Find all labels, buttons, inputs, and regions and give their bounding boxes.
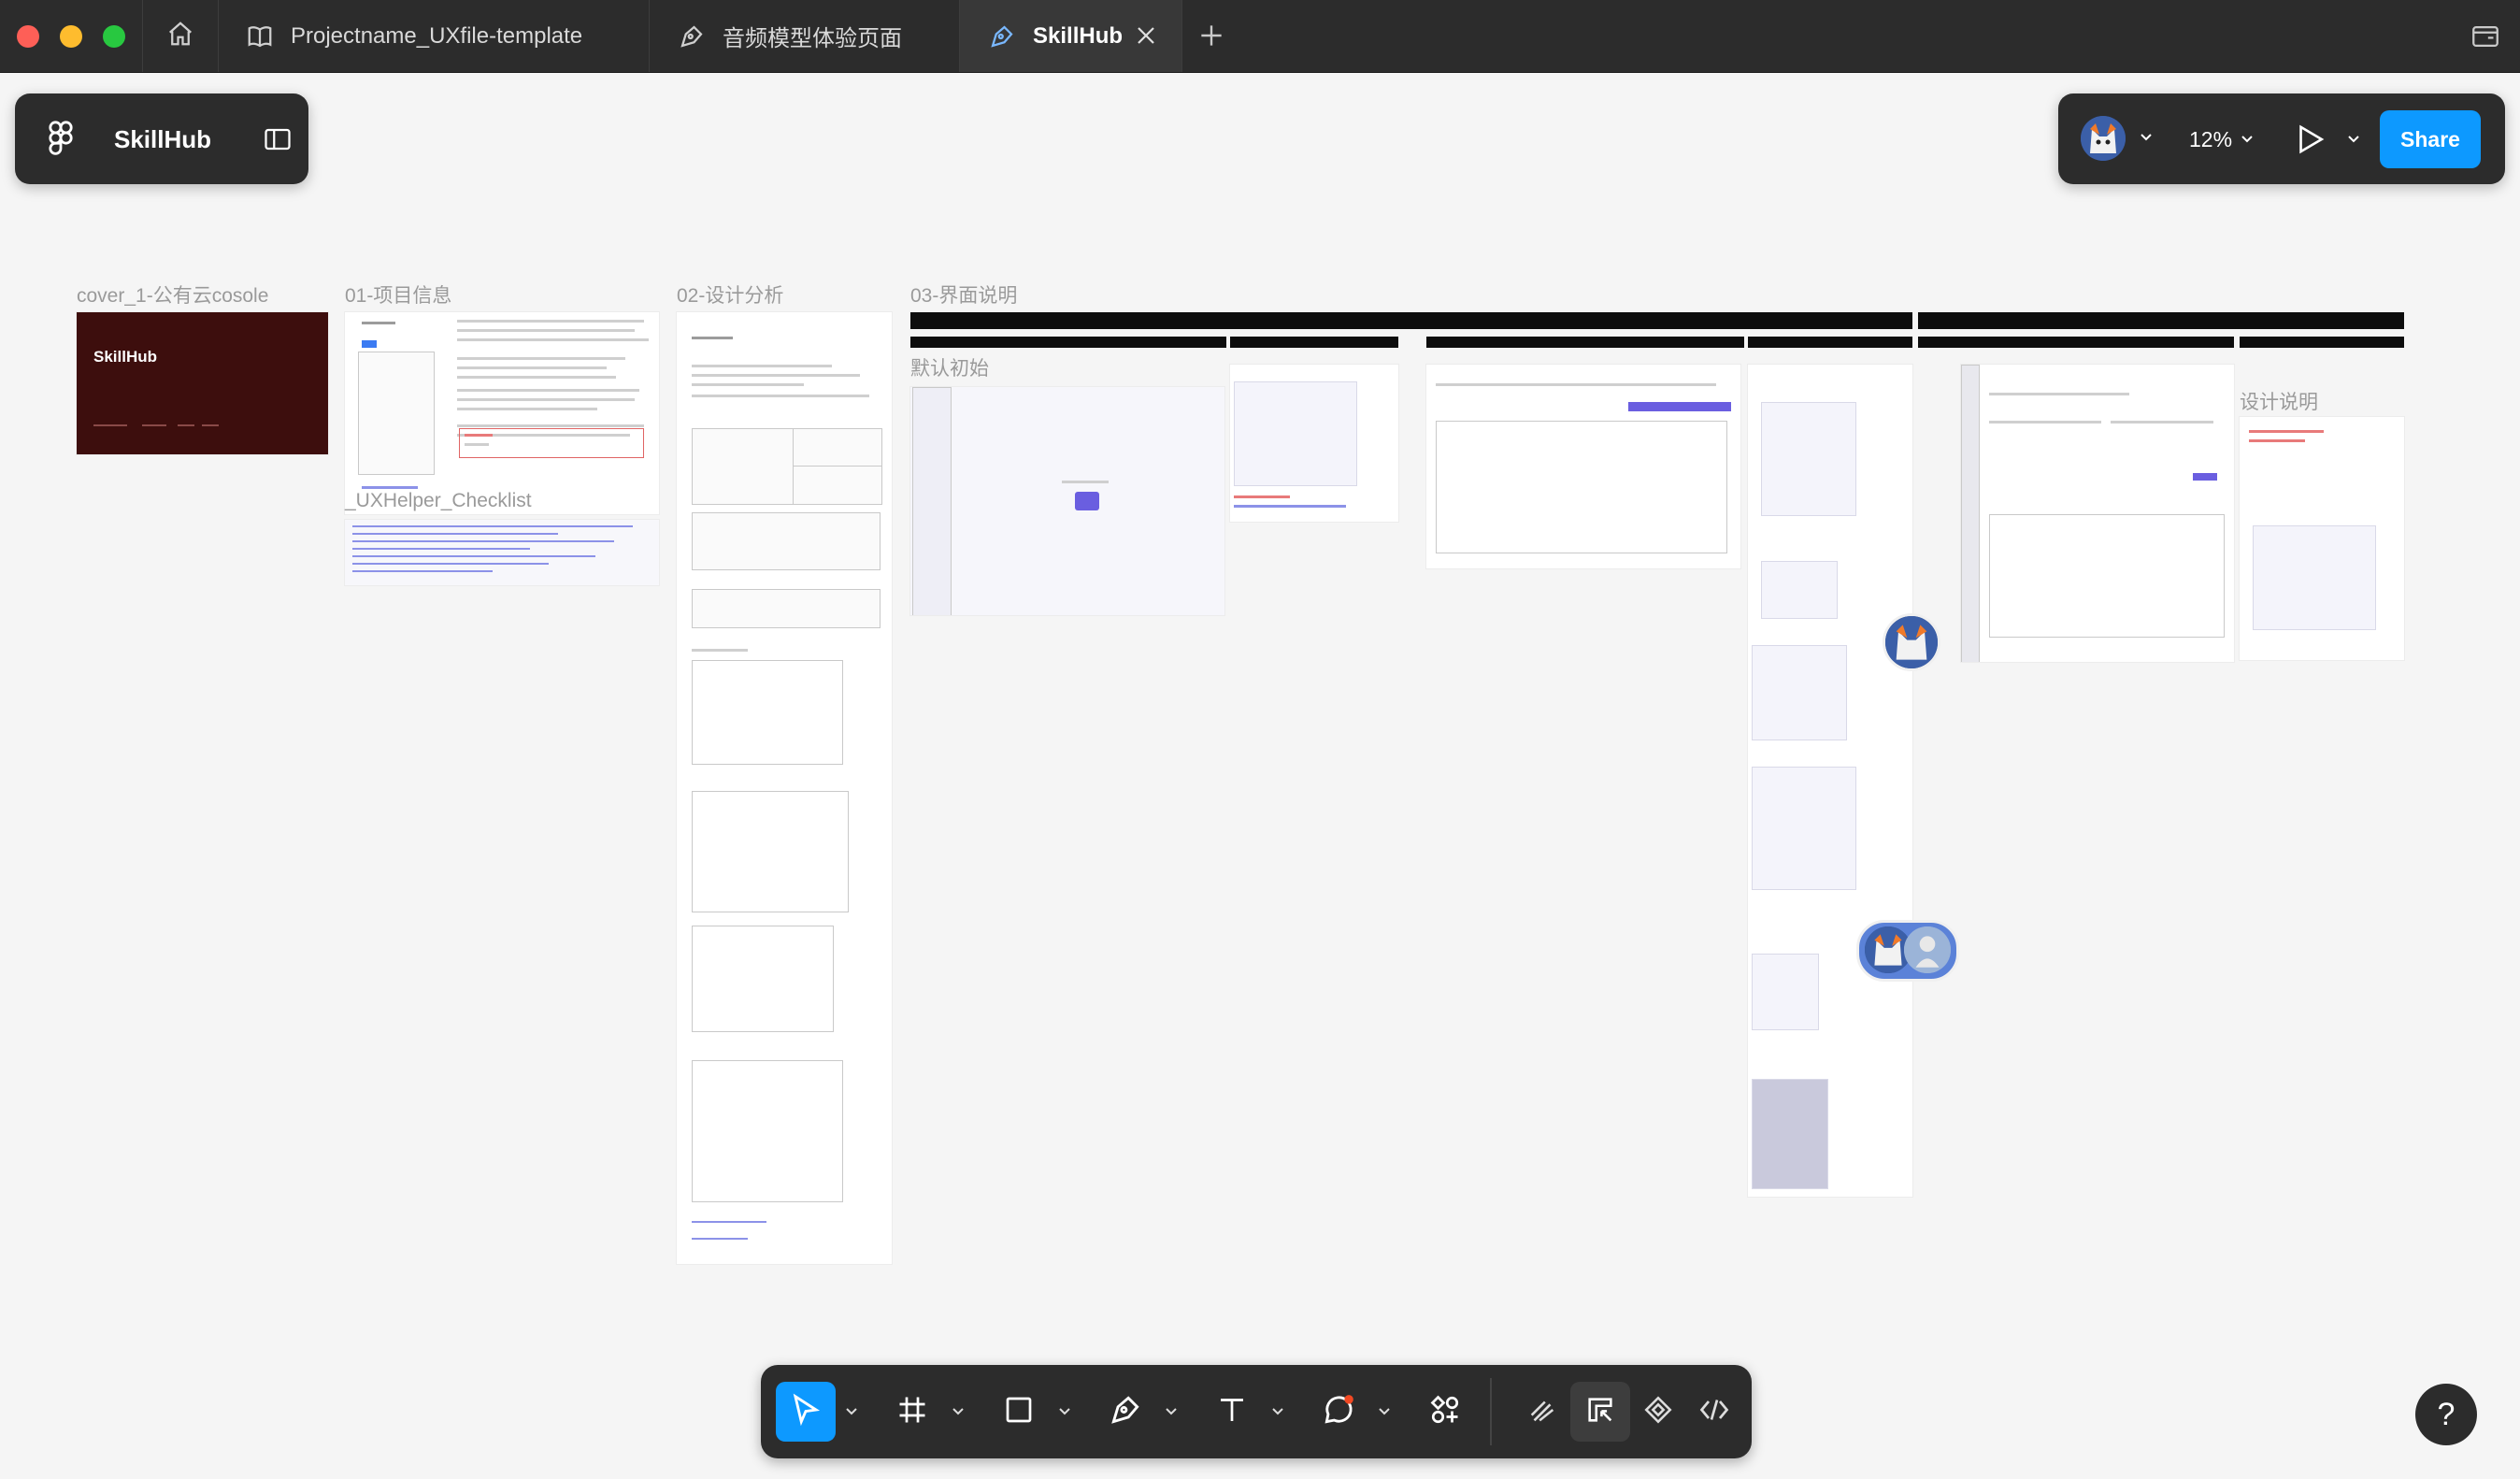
chevron-down-icon[interactable]	[1271, 1404, 1284, 1421]
design-mode-tool[interactable]	[1570, 1382, 1630, 1442]
design-mode-icon	[1584, 1394, 1616, 1430]
chevron-down-icon[interactable]	[1058, 1404, 1071, 1421]
move-tool[interactable]	[776, 1382, 836, 1442]
sub-header-bar	[2240, 337, 2404, 348]
frame-hash-icon	[895, 1393, 929, 1431]
frame-config-page[interactable]	[1961, 365, 2234, 662]
close-window-button[interactable]	[17, 25, 39, 48]
cursor-arrow-icon	[788, 1392, 823, 1432]
comment-tool[interactable]	[1309, 1382, 1368, 1442]
tab-label: 音频模型体验页面	[723, 26, 902, 51]
frame-dialog-design[interactable]	[1230, 365, 1398, 522]
rectangle-tool[interactable]	[989, 1382, 1049, 1442]
resources-tool[interactable]	[1415, 1382, 1475, 1442]
frame-tool[interactable]	[882, 1382, 942, 1442]
comment-bubble-icon	[1321, 1392, 1356, 1432]
text-icon	[1215, 1393, 1249, 1431]
section-header-bar	[1918, 312, 2404, 329]
cover-title: SkillHub	[93, 348, 158, 366]
chevron-down-icon[interactable]	[1378, 1404, 1391, 1421]
tab-label: SkillHub	[1033, 22, 1124, 49]
minimize-window-button[interactable]	[60, 25, 82, 48]
frame-label-project[interactable]: 01-项目信息	[345, 280, 451, 309]
draw-mode-tool[interactable]	[1512, 1382, 1572, 1442]
pen-tool-icon	[988, 22, 1016, 50]
frame-label-analysis[interactable]: 02-设计分析	[677, 280, 783, 309]
frame-design-analysis[interactable]	[677, 312, 892, 1264]
frame-label-cover[interactable]: cover_1-公有云cosole	[77, 280, 268, 309]
collaborator-avatar[interactable]	[1883, 613, 1940, 671]
section-header-bar	[910, 312, 1912, 329]
frame-cover[interactable]: SkillHub	[77, 312, 328, 454]
dev-mode-tool[interactable]	[1684, 1382, 1744, 1442]
frame-detail-page[interactable]	[1426, 365, 1740, 568]
pen-tool[interactable]	[1095, 1382, 1155, 1442]
sub-header-bar	[1426, 337, 1744, 348]
new-tab-plus-icon[interactable]	[1196, 21, 1226, 55]
chevron-down-icon[interactable]	[845, 1404, 858, 1421]
collaborator-avatar	[1904, 926, 1951, 973]
frame-checklist[interactable]	[345, 520, 659, 585]
window-titlebar: Projectname_UXfile-template 音频模型体验页面 Ski…	[0, 0, 2520, 73]
tab-label: Projectname_UXfile-template	[291, 22, 583, 49]
zoom-window-button[interactable]	[103, 25, 125, 48]
close-icon[interactable]	[1135, 24, 1157, 53]
chevron-down-icon[interactable]	[952, 1404, 965, 1421]
tab-skillhub[interactable]: SkillHub	[960, 0, 1182, 72]
toolbar-divider	[1490, 1378, 1492, 1445]
frame-label-initial[interactable]: 默认初始	[910, 353, 989, 381]
tab-projectname[interactable]: Projectname_UXfile-template	[218, 0, 650, 72]
book-icon	[246, 22, 274, 50]
sub-header-bar	[910, 337, 1226, 348]
frame-label-checklist[interactable]: _UXHelper_Checklist	[345, 490, 532, 512]
help-button[interactable]: ?	[2415, 1384, 2477, 1445]
frame-label-design-note[interactable]: 设计说明	[2240, 387, 2318, 415]
component-diamond-icon	[1642, 1394, 1674, 1430]
sidebar-panel-icon[interactable]	[2470, 21, 2501, 57]
home-tab[interactable]	[142, 0, 219, 72]
home-icon	[166, 20, 194, 52]
rectangle-icon	[1002, 1393, 1036, 1431]
chevron-down-icon[interactable]	[1165, 1404, 1178, 1421]
frame-design-note[interactable]	[2240, 417, 2404, 660]
text-tool[interactable]	[1202, 1382, 1262, 1442]
pen-tool-icon	[1108, 1392, 1143, 1432]
frame-interaction-flow[interactable]	[1748, 365, 1912, 1197]
sub-header-bar	[1748, 337, 1912, 348]
resources-icon	[1428, 1393, 1462, 1431]
sub-header-bar	[1918, 337, 2234, 348]
pencil-draw-icon	[1526, 1394, 1558, 1430]
frame-project-info[interactable]	[345, 312, 659, 514]
bottom-toolbar	[761, 1365, 1752, 1458]
pen-tool-icon	[678, 22, 706, 50]
collaborator-cursor-group[interactable]	[1856, 920, 1959, 982]
code-brackets-icon	[1697, 1393, 1731, 1431]
sub-header-bar	[1230, 337, 1398, 348]
tab-audio-model[interactable]: 音频模型体验页面	[650, 0, 960, 72]
component-tool[interactable]	[1628, 1382, 1688, 1442]
frame-label-interface[interactable]: 03-界面说明	[910, 280, 1017, 309]
frame-initial-state[interactable]	[910, 387, 1224, 615]
